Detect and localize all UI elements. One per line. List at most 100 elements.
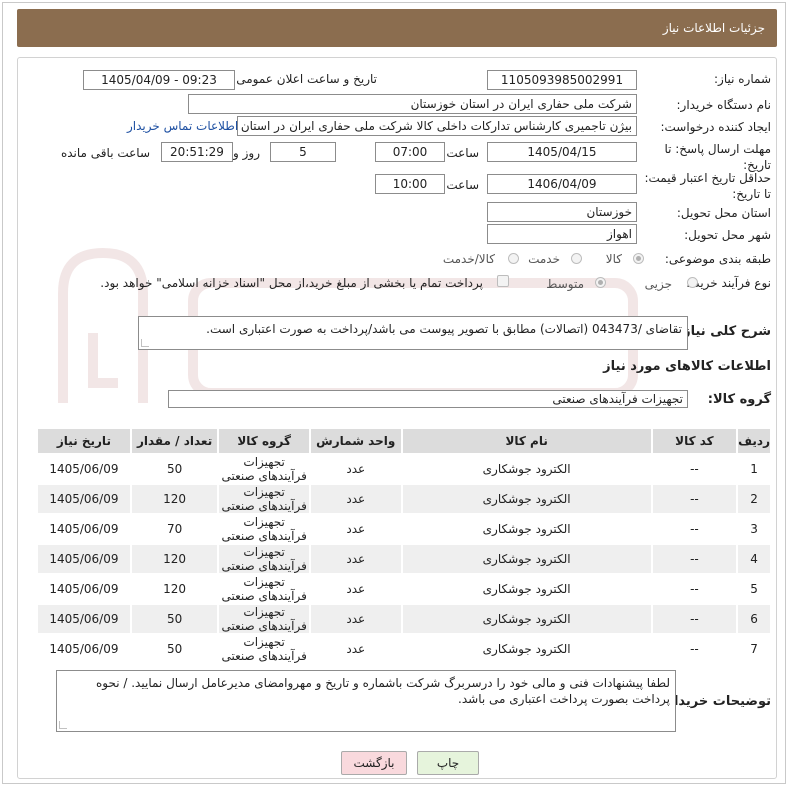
cell-unit: عدد — [310, 575, 401, 603]
resize-grip[interactable] — [59, 721, 67, 729]
page-title: جزئیات اطلاعات نیاز — [662, 21, 765, 35]
buyer-notes-textarea[interactable]: لطفا پیشنهادات فنی و مالی خود را درسربرگ… — [56, 670, 676, 732]
goods-table: ردیف کد کالا نام کالا واحد شمارش گروه کا… — [36, 427, 772, 665]
cell-row-number: 4 — [738, 545, 770, 573]
cell-need-date: 1405/06/09 — [38, 455, 130, 483]
category-option-goods-service: کالا/خدمت — [442, 252, 495, 266]
cell-item-name: الکترود جوشکاری — [402, 575, 651, 603]
announce-label: تاریخ و ساعت اعلان عمومی: — [232, 72, 377, 86]
print-button[interactable]: چاپ — [417, 751, 479, 775]
validity-date-field: 1406/04/09 — [487, 174, 637, 194]
goods-section-title: اطلاعات کالاهای مورد نیاز — [603, 359, 771, 374]
table-row: 3 -- الکترود جوشکاری عدد تجهیزات فرآیندهای ص… — [38, 515, 770, 543]
announce-field: 1405/04/09 - 09:23 — [83, 70, 235, 90]
table-row: 7 -- الکترود جوشکاری عدد تجهیزات فرآیندهای ص… — [38, 635, 770, 663]
cell-need-date: 1405/06/09 — [38, 515, 130, 543]
cell-row-number: 2 — [738, 485, 770, 513]
remaining-time-field: 20:51:29 — [161, 142, 233, 162]
table-row: 5 -- الکترود جوشکاری عدد تجهیزات فرآیندهای ص… — [38, 575, 770, 603]
table-row: 6 -- الکترود جوشکاری عدد تجهیزات فرآیندهای ص… — [38, 605, 770, 633]
category-radio-service[interactable] — [571, 253, 582, 264]
col-name: نام کالا — [402, 429, 651, 453]
cell-need-date: 1405/06/09 — [38, 605, 130, 633]
treasury-payment-note: پرداخت تمام یا بخشی از مبلغ خرید،از محل … — [100, 276, 483, 290]
cell-item-name: الکترود جوشکاری — [402, 485, 651, 513]
goods-group-label: گروه کالا: — [707, 392, 771, 407]
process-radio-minor[interactable] — [687, 277, 698, 288]
col-unit: واحد شمارش — [310, 429, 401, 453]
cell-need-date: 1405/06/09 — [38, 635, 130, 663]
cell-item-group: تجهیزات فرآیندهای صنعتی — [219, 485, 309, 513]
deadline-date-field: 1405/04/15 — [487, 142, 637, 162]
process-radio-medium[interactable] — [595, 277, 606, 288]
cell-item-name: الکترود جوشکاری — [402, 545, 651, 573]
creator-field: بیژن تاجمیری کارشناس تدارکات داخلی کالا … — [237, 116, 637, 136]
province-label: استان محل تحویل: — [676, 206, 771, 220]
cell-unit: عدد — [310, 485, 401, 513]
table-row: 4 -- الکترود جوشکاری عدد تجهیزات فرآیندهای ص… — [38, 545, 770, 573]
cell-item-group: تجهیزات فرآیندهای صنعتی — [219, 575, 309, 603]
cell-unit: عدد — [310, 515, 401, 543]
days-label: روز و — [233, 146, 260, 160]
cell-item-code: -- — [652, 605, 737, 633]
cell-row-number: 6 — [738, 605, 770, 633]
cell-row-number: 3 — [738, 515, 770, 543]
cell-item-code: -- — [652, 455, 737, 483]
cell-item-name: الکترود جوشکاری — [402, 605, 651, 633]
creator-label: ایجاد کننده درخواست: — [660, 120, 771, 134]
cell-row-number: 7 — [738, 635, 770, 663]
cell-row-number: 1 — [738, 455, 770, 483]
cell-item-name: الکترود جوشکاری — [402, 455, 651, 483]
province-field: خوزستان — [487, 202, 637, 222]
cell-unit: عدد — [310, 545, 401, 573]
category-radio-goods[interactable] — [633, 253, 644, 264]
back-button[interactable]: بازگشت — [341, 751, 407, 775]
cell-item-code: -- — [652, 635, 737, 663]
cell-item-code: -- — [652, 575, 737, 603]
cell-unit: عدد — [310, 455, 401, 483]
cell-item-group: تجهیزات فرآیندهای صنعتی — [219, 605, 309, 633]
table-row: 1 -- الکترود جوشکاری عدد تجهیزات فرآیندهای ص… — [38, 455, 770, 483]
remaining-time-label: ساعت باقی مانده — [60, 146, 150, 160]
cell-quantity: 70 — [131, 515, 218, 543]
validity-time-field: 10:00 — [375, 174, 445, 194]
cell-quantity: 120 — [131, 575, 218, 603]
cell-need-date: 1405/06/09 — [38, 485, 130, 513]
buyer-contact-link[interactable]: اطلاعات تماس خریدار — [127, 119, 238, 133]
cell-quantity: 50 — [131, 635, 218, 663]
cell-item-code: -- — [652, 485, 737, 513]
treasury-payment-checkbox[interactable] — [497, 275, 509, 287]
city-field: اهواز — [487, 224, 637, 244]
page-frame: جزئیات اطلاعات نیاز شماره نیاز: 11050939… — [2, 2, 786, 784]
cell-item-group: تجهیزات فرآیندهای صنعتی — [219, 455, 309, 483]
cell-need-date: 1405/06/09 — [38, 545, 130, 573]
cell-quantity: 120 — [131, 485, 218, 513]
category-option-goods: کالا — [605, 252, 622, 266]
buyer-notes-text: لطفا پیشنهادات فنی و مالی خود را درسربرگ… — [96, 676, 670, 706]
need-number-label: شماره نیاز: — [714, 72, 771, 86]
resize-grip[interactable] — [141, 339, 149, 347]
process-option-medium: متوسط — [546, 277, 584, 291]
cell-item-code: -- — [652, 515, 737, 543]
cell-need-date: 1405/06/09 — [38, 575, 130, 603]
cell-quantity: 120 — [131, 545, 218, 573]
description-textarea[interactable]: تقاضای /043473 (اتصالات) مطابق با تصویر … — [138, 316, 688, 350]
cell-item-name: الکترود جوشکاری — [402, 515, 651, 543]
cell-row-number: 5 — [738, 575, 770, 603]
category-radio-goods-service[interactable] — [508, 253, 519, 264]
category-label: طبقه بندی موضوعی: — [664, 252, 771, 266]
validity-label: حداقل تاریخ اعتبار قیمت: تا تاریخ: — [644, 171, 771, 201]
cell-quantity: 50 — [131, 455, 218, 483]
deadline-label: مهلت ارسال پاسخ: تا تاریخ: — [664, 142, 771, 172]
cell-item-name: الکترود جوشکاری — [402, 635, 651, 663]
cell-item-group: تجهیزات فرآیندهای صنعتی — [219, 545, 309, 573]
days-field: 5 — [270, 142, 336, 162]
cell-quantity: 50 — [131, 605, 218, 633]
cell-item-code: -- — [652, 545, 737, 573]
goods-table-body: 1 -- الکترود جوشکاری عدد تجهیزات فرآیندهای ص… — [38, 455, 770, 663]
cell-item-group: تجهیزات فرآیندهای صنعتی — [219, 635, 309, 663]
category-option-service: خدمت — [528, 252, 560, 266]
cell-unit: عدد — [310, 605, 401, 633]
process-option-minor: جزیی — [644, 277, 672, 291]
buyer-notes-label: توضیحات خریدار: — [661, 694, 771, 709]
